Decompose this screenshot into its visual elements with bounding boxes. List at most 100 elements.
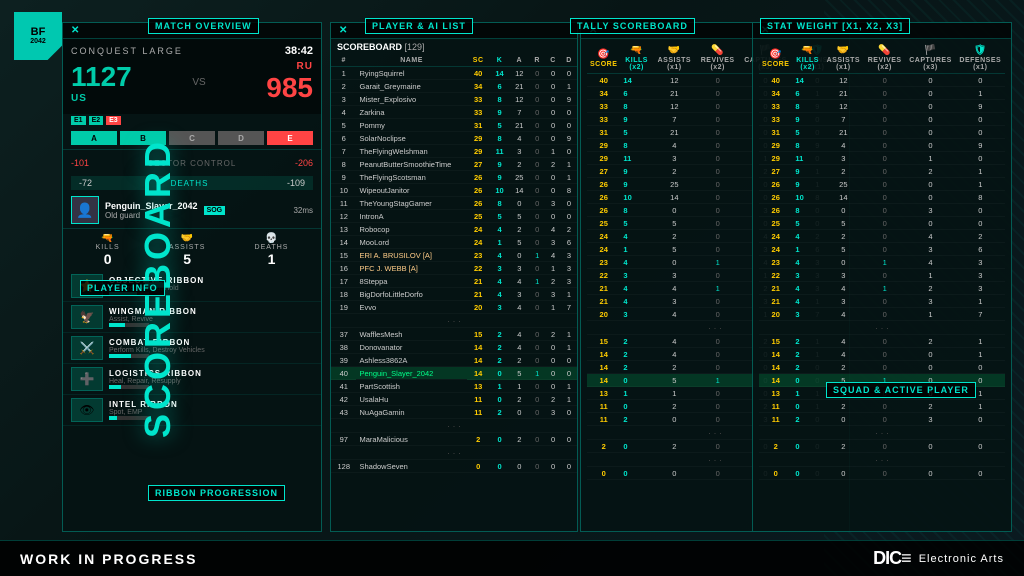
row-revives: 1: [696, 374, 740, 387]
table-row[interactable]: 15 ERI A. BRUSILOV [A] 23 4 0 1 4 3: [331, 249, 577, 262]
table-row[interactable]: 40 14 12 0 0 0: [759, 74, 1005, 87]
row-score: 27: [759, 165, 792, 178]
us-deaths-val: -72: [79, 178, 92, 188]
row-revives: 1: [864, 256, 906, 269]
table-row[interactable]: 2 Garait_Greymaine 34 6 21 0 0 1: [331, 80, 577, 93]
row-defenses: 1: [956, 165, 1005, 178]
table-row[interactable]: 31 5 21 0 0 0: [759, 126, 1005, 139]
row-score: 0: [467, 460, 490, 473]
table-row[interactable]: 3 Mister_Explosivo 33 8 12 0 0 9: [331, 93, 577, 106]
row-name: PeanutButterSmoothieTime: [356, 158, 466, 171]
table-row[interactable]: 24 4 2 0 4 2: [759, 230, 1005, 243]
row-score: 29: [587, 152, 620, 165]
row-score: 2: [467, 433, 490, 446]
table-row[interactable]: 1 RyingSquirrel 40 14 12 0 0 0: [331, 67, 577, 80]
table-row[interactable]: 15 2 4 0 2 1: [759, 335, 1005, 348]
table-row[interactable]: 16 PFC J. WEBB [A] 22 3 3 0 1 3: [331, 262, 577, 275]
row-assists: 3: [653, 295, 696, 308]
table-row[interactable]: 27 9 2 0 2 1: [759, 165, 1005, 178]
table-row[interactable]: 11 TheYoungStagGamer 26 8 0 0 3 0: [331, 197, 577, 210]
table-row[interactable]: 23 4 0 1 4 3: [759, 256, 1005, 269]
table-row[interactable]: 97 MaraMalicious 2 0 2 0 0 0: [331, 433, 577, 446]
row-revives: 0: [696, 269, 740, 282]
table-row[interactable]: 21 4 3 0 3 1: [759, 295, 1005, 308]
table-row[interactable]: 18 BigDorfoLittleDorfo 21 4 3 0 3 1: [331, 288, 577, 301]
table-row[interactable]: 26 8 0 0 3 0: [759, 204, 1005, 217]
row-captures: 0: [545, 184, 561, 197]
row-assists: 4: [653, 282, 696, 295]
row-revives: 0: [864, 152, 906, 165]
table-row[interactable]: 24 1 5 0 3 6: [759, 243, 1005, 256]
row-revives: 0: [696, 230, 740, 243]
row-assists: 12: [653, 100, 696, 113]
row-kills: 4: [620, 295, 652, 308]
table-row[interactable]: 2 0 2 0 0 0: [759, 440, 1005, 453]
row-score: 11: [759, 413, 792, 426]
table-row[interactable]: 33 8 12 0 0 9: [759, 100, 1005, 113]
ribbon-item: 🦅 WINGMAN RIBBON Assist, Revive: [63, 302, 321, 333]
row-score: 27: [467, 158, 490, 171]
table-row[interactable]: 26 10 14 0 0 8: [759, 191, 1005, 204]
scoreboard-header-row: SCOREBOARD [129]: [331, 39, 577, 55]
table-row[interactable]: 0 0 0 0 0 0: [759, 467, 1005, 480]
table-row[interactable]: 10 WipeoutJanitor 26 10 14 0 0 8: [331, 184, 577, 197]
table-row[interactable]: 29 11 3 0 1 0: [759, 152, 1005, 165]
table-row[interactable]: 14 2 2 0 0 0: [759, 361, 1005, 374]
table-row[interactable]: 13 Robocop 24 4 2 0 4 2: [331, 223, 577, 236]
row-assists: 3: [653, 152, 696, 165]
table-row[interactable]: 42 UsalaHu 11 0 2 0 2 1: [331, 393, 577, 406]
table-row[interactable]: 25 5 5 0 0 0: [759, 217, 1005, 230]
row-assists: 0: [653, 467, 696, 480]
table-row[interactable]: 6 SolarNoclipse 29 8 4 0 0 9: [331, 132, 577, 145]
table-row[interactable]: 4 Zarkina 33 9 7 0 0 0: [331, 106, 577, 119]
squad-active-title: SQUAD & ACTIVE PLAYER: [833, 385, 969, 395]
match-overview-tag: MATCH OVERVIEW: [148, 18, 259, 34]
table-row[interactable]: 39 Ashless3862A 14 2 2 0 0 0: [331, 354, 577, 367]
row-score: 21: [467, 275, 490, 288]
table-row[interactable]: 14 MooLord 24 1 5 0 3 6: [331, 236, 577, 249]
table-row[interactable]: 17 8Steppa 21 4 4 1 2 3: [331, 275, 577, 288]
table-row[interactable]: 33 9 7 0 0 0: [759, 113, 1005, 126]
e2-badge: E2: [89, 116, 104, 125]
row-assists: 4: [823, 139, 864, 152]
row-score: 29: [759, 139, 792, 152]
table-row[interactable]: 21 4 4 1 2 3: [759, 282, 1005, 295]
table-row[interactable]: 43 NuAgaGamin 11 2 0 0 3 0: [331, 406, 577, 419]
row-captures: 0: [545, 67, 561, 80]
row-score: 26: [587, 178, 620, 191]
table-row[interactable]: 11 2 0 0 3 0: [759, 413, 1005, 426]
e1-badge: E1: [71, 116, 86, 125]
row-kills: 4: [490, 288, 510, 301]
table-row[interactable]: 22 3 3 0 1 3: [759, 269, 1005, 282]
table-row[interactable]: 20 3 4 0 1 7: [759, 308, 1005, 321]
table-row-dots: · · ·: [331, 446, 577, 460]
table-row[interactable]: 40 Penguin_Slayer_2042 14 0 5 1 0 0: [331, 367, 577, 380]
table-row[interactable]: 12 IntronA 25 5 5 0 0 0: [331, 210, 577, 223]
row-kills: 10: [620, 191, 652, 204]
scoreboard-close-button[interactable]: ✕: [339, 25, 347, 36]
row-revives: 0: [696, 152, 740, 165]
row-kills: 9: [792, 113, 822, 126]
sector-bars: A B C D E: [63, 127, 321, 149]
table-row[interactable]: 5 Pommy 31 5 21 0 0 0: [331, 119, 577, 132]
table-row[interactable]: 34 6 21 0 0 1: [759, 87, 1005, 100]
table-row[interactable]: 41 PartScottish 13 1 1 0 0 1: [331, 380, 577, 393]
table-row[interactable]: 37 WafflesMesh 15 2 4 0 2 1: [331, 328, 577, 341]
table-row[interactable]: 128 ShadowSeven 0 0 0 0 0 0: [331, 460, 577, 473]
row-revives: 0: [529, 262, 545, 275]
table-row[interactable]: 14 2 4 0 0 1: [759, 348, 1005, 361]
table-row[interactable]: 38 Donovanator 14 2 4 0 0 1: [331, 341, 577, 354]
row-revives: 0: [696, 113, 740, 126]
row-captures: 1: [905, 269, 955, 282]
table-row[interactable]: 26 9 25 0 0 1: [759, 178, 1005, 191]
table-row[interactable]: 11 0 2 0 2 1: [759, 400, 1005, 413]
row-kills: 0: [490, 367, 510, 380]
table-row[interactable]: 9 TheFlyingScotsman 26 9 25 0 0 1: [331, 171, 577, 184]
table-row[interactable]: 7 TheFlyingWelshman 29 11 3 0 1 0: [331, 145, 577, 158]
table-row[interactable]: 29 8 4 0 0 9: [759, 139, 1005, 152]
table-row[interactable]: 8 PeanutButterSmoothieTime 27 9 2 0 2 1: [331, 158, 577, 171]
scoreboard-table-container[interactable]: # NAME SC K A R C D 1 RyingSquirrel 40 1…: [331, 55, 577, 473]
table-row[interactable]: 19 Evvo 20 3 4 0 1 7: [331, 301, 577, 314]
match-close-button[interactable]: ✕: [71, 25, 79, 36]
row-revives: 0: [864, 335, 906, 348]
